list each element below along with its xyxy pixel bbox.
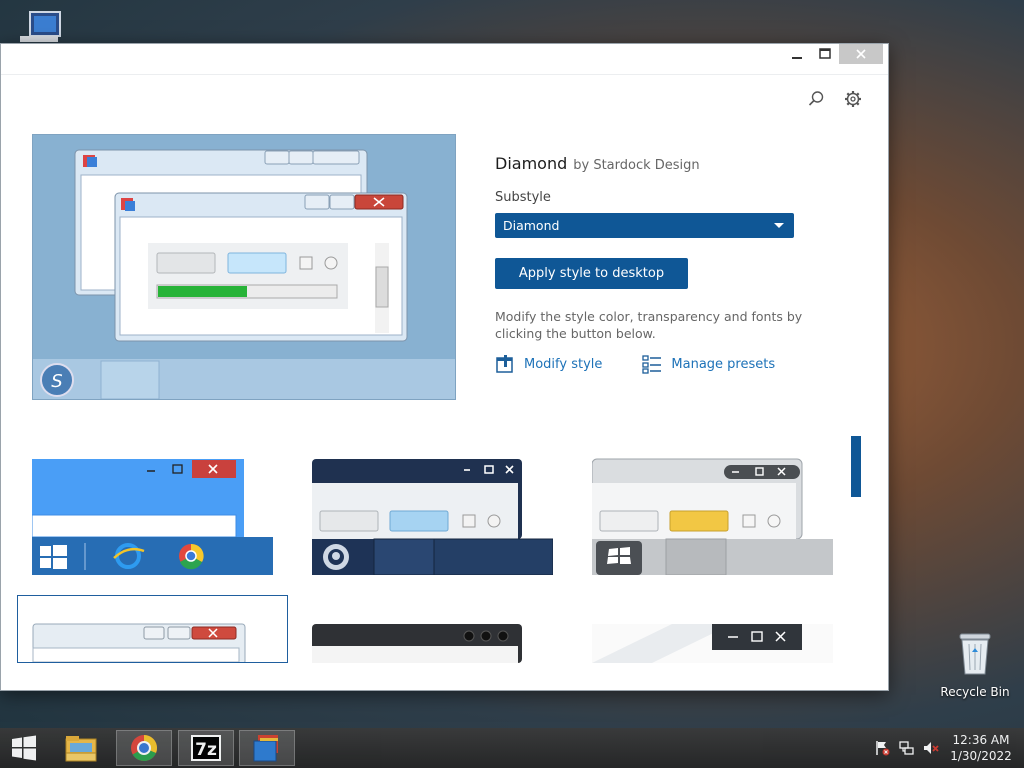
recycle-bin-label: Recycle Bin — [940, 685, 1010, 699]
svg-text:7z: 7z — [195, 740, 217, 760]
windowblinds-icon — [253, 735, 278, 762]
taskbar: 7z 12:36 AM 1/30/2022 — [0, 728, 1024, 768]
settings-button[interactable] — [842, 88, 864, 110]
scrollbar-thumb[interactable] — [851, 436, 861, 497]
modify-style-icon — [496, 355, 513, 373]
style-thumbnail[interactable] — [592, 624, 833, 663]
action-center-flag-icon[interactable] — [874, 740, 890, 756]
style-thumbnail[interactable] — [312, 457, 553, 575]
minimize-icon — [792, 57, 802, 59]
style-details-panel: Diamond by Stardock Design Substyle Diam… — [495, 154, 835, 374]
substyle-dropdown[interactable]: Diamond — [495, 213, 794, 238]
start-button[interactable] — [0, 730, 48, 766]
recycle-bin-icon[interactable]: Recycle Bin — [938, 630, 1012, 699]
chrome-icon — [131, 735, 157, 762]
windowblinds-window: S Diamond by Stardock Design Substyle Di… — [0, 43, 889, 691]
search-button[interactable] — [805, 88, 827, 110]
windows-logo-icon — [12, 735, 36, 761]
style-author: by Stardock Design — [573, 158, 700, 173]
style-name: Diamond — [495, 154, 568, 173]
system-clock[interactable]: 12:36 AM 1/30/2022 — [950, 732, 1012, 764]
style-title: Diamond by Stardock Design — [495, 154, 835, 173]
substyle-label: Substyle — [495, 190, 551, 205]
chevron-down-icon — [774, 223, 784, 228]
taskbar-windowblinds[interactable] — [239, 730, 295, 766]
help-text: Modify the style color, transparency and… — [495, 309, 803, 341]
taskbar-file-explorer[interactable] — [56, 730, 106, 766]
trash-icon — [959, 633, 991, 675]
clock-time: 12:36 AM — [952, 733, 1010, 747]
close-button[interactable] — [839, 44, 883, 64]
clock-date: 1/30/2022 — [950, 749, 1012, 763]
7zip-icon: 7z — [191, 735, 221, 761]
search-icon — [808, 91, 824, 106]
modify-style-label: Modify style — [524, 356, 603, 372]
network-icon[interactable] — [899, 740, 915, 756]
folder-icon — [65, 736, 97, 762]
substyle-value: Diamond — [503, 218, 560, 233]
title-bar[interactable] — [1, 44, 888, 75]
taskbar-7zip[interactable]: 7z — [178, 730, 234, 766]
modify-style-link[interactable]: Modify style — [495, 354, 602, 374]
style-thumbnail[interactable] — [592, 457, 833, 575]
svg-text:S: S — [51, 371, 62, 392]
computer-desktop-icon[interactable] — [14, 10, 62, 44]
maximize-icon — [819, 48, 831, 59]
style-thumbnail[interactable] — [32, 457, 273, 575]
style-preview: S — [32, 134, 456, 400]
speaker-muted-icon[interactable] — [923, 740, 939, 756]
gear-icon — [845, 91, 861, 107]
style-thumbnail[interactable] — [17, 595, 288, 663]
close-icon — [856, 49, 866, 59]
apply-style-button[interactable]: Apply style to desktop — [495, 258, 688, 289]
manage-presets-link[interactable]: Manage presets — [642, 354, 775, 374]
manage-presets-label: Manage presets — [671, 356, 776, 372]
style-thumbnail[interactable] — [312, 624, 553, 663]
presets-list-icon — [642, 355, 662, 374]
taskbar-chrome[interactable] — [116, 730, 172, 766]
